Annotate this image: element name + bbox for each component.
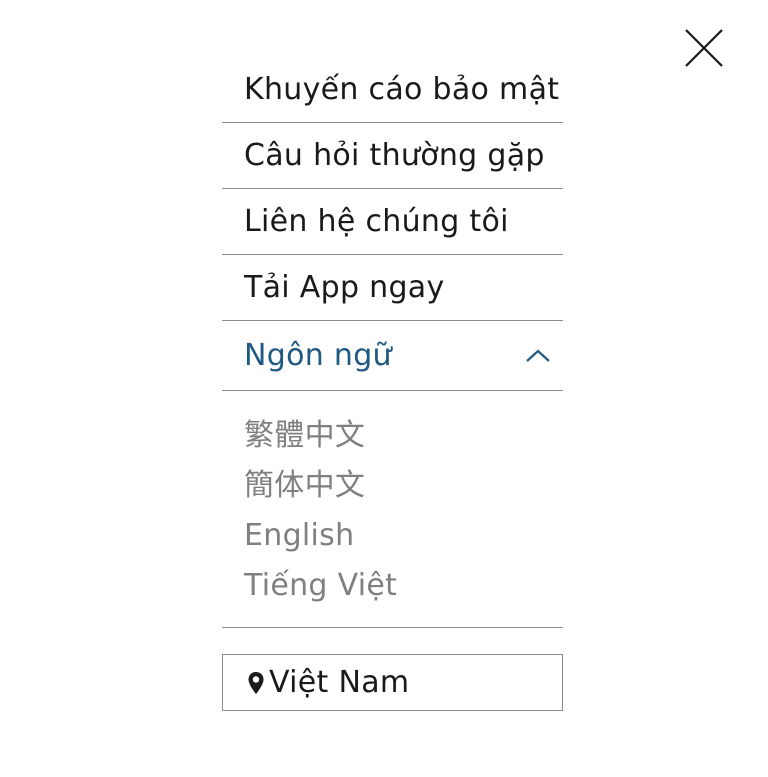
- close-icon: [685, 29, 723, 67]
- menu-item-security-advisory[interactable]: Khuyến cáo bảo mật: [222, 57, 563, 123]
- menu-item-download-app[interactable]: Tải App ngay: [222, 255, 563, 321]
- menu-item-label: Khuyến cáo bảo mật: [244, 72, 560, 107]
- menu-item-faq[interactable]: Câu hỏi thường gặp: [222, 123, 563, 189]
- chevron-up-icon: [526, 349, 550, 362]
- language-option-english[interactable]: English: [244, 511, 563, 561]
- menu-item-label: Tải App ngay: [244, 270, 445, 305]
- language-option-simplified-chinese[interactable]: 簡体中文: [244, 461, 563, 511]
- close-button[interactable]: [683, 27, 725, 69]
- menu-item-label: Liên hệ chúng tôi: [244, 204, 509, 239]
- location-pin-icon: [248, 671, 264, 694]
- language-options: 繁體中文 簡体中文 English Tiếng Việt: [222, 391, 563, 628]
- menu-overlay: Khuyến cáo bảo mật Câu hỏi thường gặp Li…: [0, 0, 768, 777]
- menu-item-label: Câu hỏi thường gặp: [244, 138, 545, 173]
- language-label: Ngôn ngữ: [244, 338, 392, 373]
- language-option-traditional-chinese[interactable]: 繁體中文: [244, 411, 563, 461]
- menu-item-contact-us[interactable]: Liên hệ chúng tôi: [222, 189, 563, 255]
- region-label: Việt Nam: [269, 665, 410, 700]
- language-toggle[interactable]: Ngôn ngữ: [222, 321, 563, 391]
- region-selector[interactable]: Việt Nam: [222, 654, 563, 711]
- language-option-vietnamese[interactable]: Tiếng Việt: [244, 561, 563, 611]
- main-menu: Khuyến cáo bảo mật Câu hỏi thường gặp Li…: [222, 57, 563, 711]
